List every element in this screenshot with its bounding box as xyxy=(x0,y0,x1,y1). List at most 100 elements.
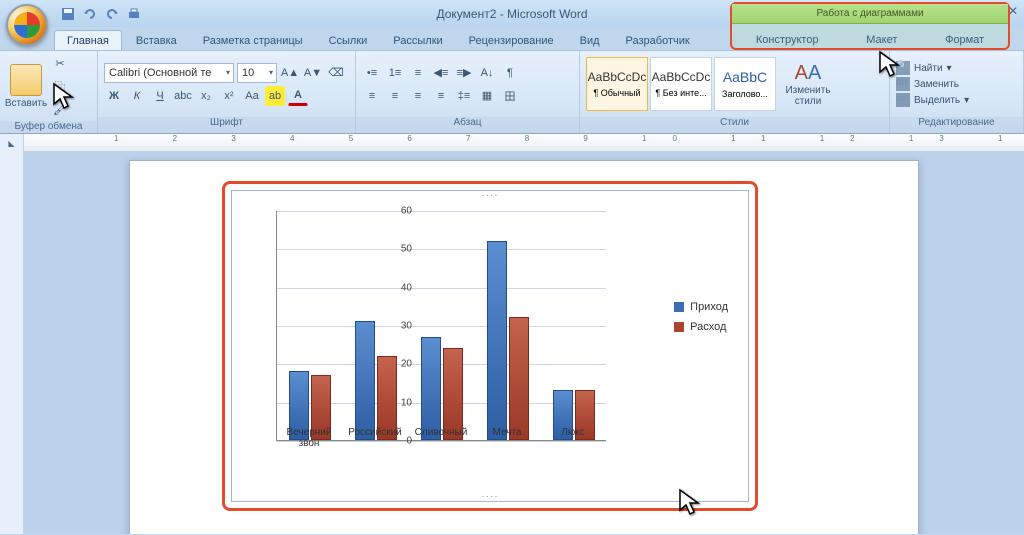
subscript-button[interactable]: x₂ xyxy=(196,86,216,106)
group-paragraph: •≡ 1≡ ≡ ◀≡ ≡▶ A↓ ¶ ≡ ≡ ≡ ≡ ‡≡ ▦ 田 xyxy=(356,51,580,133)
group-styles-label: Стили xyxy=(580,117,889,133)
align-center-button[interactable]: ≡ xyxy=(385,86,405,106)
tab-review[interactable]: Рецензирование xyxy=(457,31,566,50)
y-tick-label: 60 xyxy=(401,206,412,217)
paste-label: Вставить xyxy=(5,98,47,109)
superscript-button[interactable]: x² xyxy=(219,86,239,106)
bar-Приход[interactable] xyxy=(355,321,375,440)
justify-button[interactable]: ≡ xyxy=(431,86,451,106)
bar-Приход[interactable] xyxy=(487,241,507,440)
group-editing: 🔍Найти ▾ abЗаменить ▭Выделить ▾ Редактир… xyxy=(890,51,1024,133)
bullets-button[interactable]: •≡ xyxy=(362,63,382,83)
highlight-button[interactable]: ab xyxy=(265,86,285,106)
increase-indent-button[interactable]: ≡▶ xyxy=(454,63,474,83)
vertical-ruler[interactable] xyxy=(0,152,24,534)
multilevel-button[interactable]: ≡ xyxy=(408,63,428,83)
style-no-spacing[interactable]: AaBbCcDc ¶ Без инте... xyxy=(650,57,712,111)
legend-label-1: Приход xyxy=(690,301,728,313)
gridline xyxy=(277,326,606,327)
quick-access-toolbar xyxy=(60,6,142,22)
shrink-font-button[interactable]: A▼ xyxy=(303,63,323,83)
line-spacing-button[interactable]: ‡≡ xyxy=(454,86,474,106)
shading-button[interactable]: ▦ xyxy=(477,86,497,106)
group-clipboard: Вставить ✂ ⿻ 🖌 Буфер обмена xyxy=(0,51,98,133)
sort-button[interactable]: A↓ xyxy=(477,63,497,83)
y-tick-label: 40 xyxy=(401,282,412,293)
x-tick-label: Российский xyxy=(342,427,408,438)
paste-button[interactable]: Вставить xyxy=(6,55,46,117)
office-button[interactable] xyxy=(6,4,48,46)
page[interactable]: Приход Расход 0102030405060Вечерний звон… xyxy=(129,160,919,534)
undo-icon[interactable] xyxy=(82,6,98,22)
font-color-button[interactable]: A xyxy=(288,86,308,106)
align-right-button[interactable]: ≡ xyxy=(408,86,428,106)
bar-Приход[interactable] xyxy=(421,337,441,441)
tab-insert[interactable]: Вставка xyxy=(124,31,189,50)
align-left-button[interactable]: ≡ xyxy=(362,86,382,106)
show-marks-button[interactable]: ¶ xyxy=(500,63,520,83)
change-styles-button[interactable]: AA Изменить стили xyxy=(780,53,836,115)
underline-button[interactable]: Ч xyxy=(150,86,170,106)
gridline xyxy=(277,211,606,212)
numbering-button[interactable]: 1≡ xyxy=(385,63,405,83)
window-title: Документ2 - Microsoft Word xyxy=(436,7,587,21)
group-styles: AaBbCcDc ¶ Обычный AaBbCcDc ¶ Без инте..… xyxy=(580,51,890,133)
redo-icon[interactable] xyxy=(104,6,120,22)
bold-button[interactable]: Ж xyxy=(104,86,124,106)
print-icon[interactable] xyxy=(126,6,142,22)
x-tick-label: Сливочный xyxy=(408,427,474,438)
tab-layout[interactable]: Макет xyxy=(866,34,897,46)
tab-page-layout[interactable]: Разметка страницы xyxy=(191,31,315,50)
borders-button[interactable]: 田 xyxy=(500,86,520,106)
chart-selection-highlight: Приход Расход 0102030405060Вечерний звон… xyxy=(222,181,758,511)
horizontal-ruler-bar: ◣ 1 2 3 4 5 6 7 8 9 10 11 12 13 14 15 16… xyxy=(0,134,1024,152)
copy-button[interactable]: ⿻ xyxy=(50,76,70,96)
style-normal[interactable]: AaBbCcDc ¶ Обычный xyxy=(586,57,648,111)
gridline xyxy=(277,288,606,289)
format-painter-button[interactable]: 🖌 xyxy=(50,99,70,119)
group-font-label: Шрифт xyxy=(98,117,355,133)
horizontal-ruler[interactable]: 1 2 3 4 5 6 7 8 9 10 11 12 13 14 15 16 1… xyxy=(24,134,1024,151)
clear-format-button[interactable]: ⌫ xyxy=(326,63,346,83)
select-icon: ▭ xyxy=(896,93,910,107)
change-styles-icon: AA xyxy=(795,62,822,85)
group-font: Calibri (Основной те 10 A▲ A▼ ⌫ Ж К Ч ab… xyxy=(98,51,356,133)
decrease-indent-button[interactable]: ◀≡ xyxy=(431,63,451,83)
select-button[interactable]: ▭Выделить ▾ xyxy=(896,93,969,107)
tab-mailings[interactable]: Рассылки xyxy=(381,31,454,50)
tab-view[interactable]: Вид xyxy=(568,31,612,50)
replace-button[interactable]: abЗаменить xyxy=(896,77,969,91)
y-tick-label: 30 xyxy=(401,321,412,332)
bar-Расход[interactable] xyxy=(509,317,529,440)
italic-button[interactable]: К xyxy=(127,86,147,106)
grow-font-button[interactable]: A▲ xyxy=(280,63,300,83)
find-button[interactable]: 🔍Найти ▾ xyxy=(896,61,969,75)
work-area: Приход Расход 0102030405060Вечерний звон… xyxy=(0,152,1024,534)
chart-object[interactable]: Приход Расход 0102030405060Вечерний звон… xyxy=(231,190,749,502)
x-tick-label: Вечерний звон xyxy=(276,427,342,449)
document-scroll[interactable]: Приход Расход 0102030405060Вечерний звон… xyxy=(24,152,1024,534)
group-clipboard-label: Буфер обмена xyxy=(0,121,97,133)
gridline xyxy=(277,249,606,250)
tab-references[interactable]: Ссылки xyxy=(317,31,380,50)
tab-home[interactable]: Главная xyxy=(54,30,122,50)
font-size-combo[interactable]: 10 xyxy=(237,63,277,83)
tab-developer[interactable]: Разработчик xyxy=(614,31,702,50)
save-icon[interactable] xyxy=(60,6,76,22)
group-editing-label: Редактирование xyxy=(890,117,1023,133)
styles-gallery[interactable]: AaBbCcDc ¶ Обычный AaBbCcDc ¶ Без инте..… xyxy=(586,57,776,111)
change-case-button[interactable]: Aa xyxy=(242,86,262,106)
cut-button[interactable]: ✂ xyxy=(50,53,70,73)
ruler-corner[interactable]: ◣ xyxy=(0,134,24,152)
tab-design[interactable]: Конструктор xyxy=(756,34,819,46)
tab-format[interactable]: Формат xyxy=(945,34,984,46)
chart-plot-area[interactable] xyxy=(276,211,606,441)
strike-button[interactable]: abc xyxy=(173,86,193,106)
chart-legend[interactable]: Приход Расход xyxy=(674,301,728,341)
style-heading1[interactable]: AaBbC Заголово... xyxy=(714,57,776,111)
replace-icon: ab xyxy=(896,77,910,91)
chart-tools-title: Работа с диаграммами xyxy=(732,4,1008,24)
gridline xyxy=(277,364,606,365)
font-name-combo[interactable]: Calibri (Основной те xyxy=(104,63,234,83)
x-tick-label: Люкс xyxy=(540,427,606,438)
